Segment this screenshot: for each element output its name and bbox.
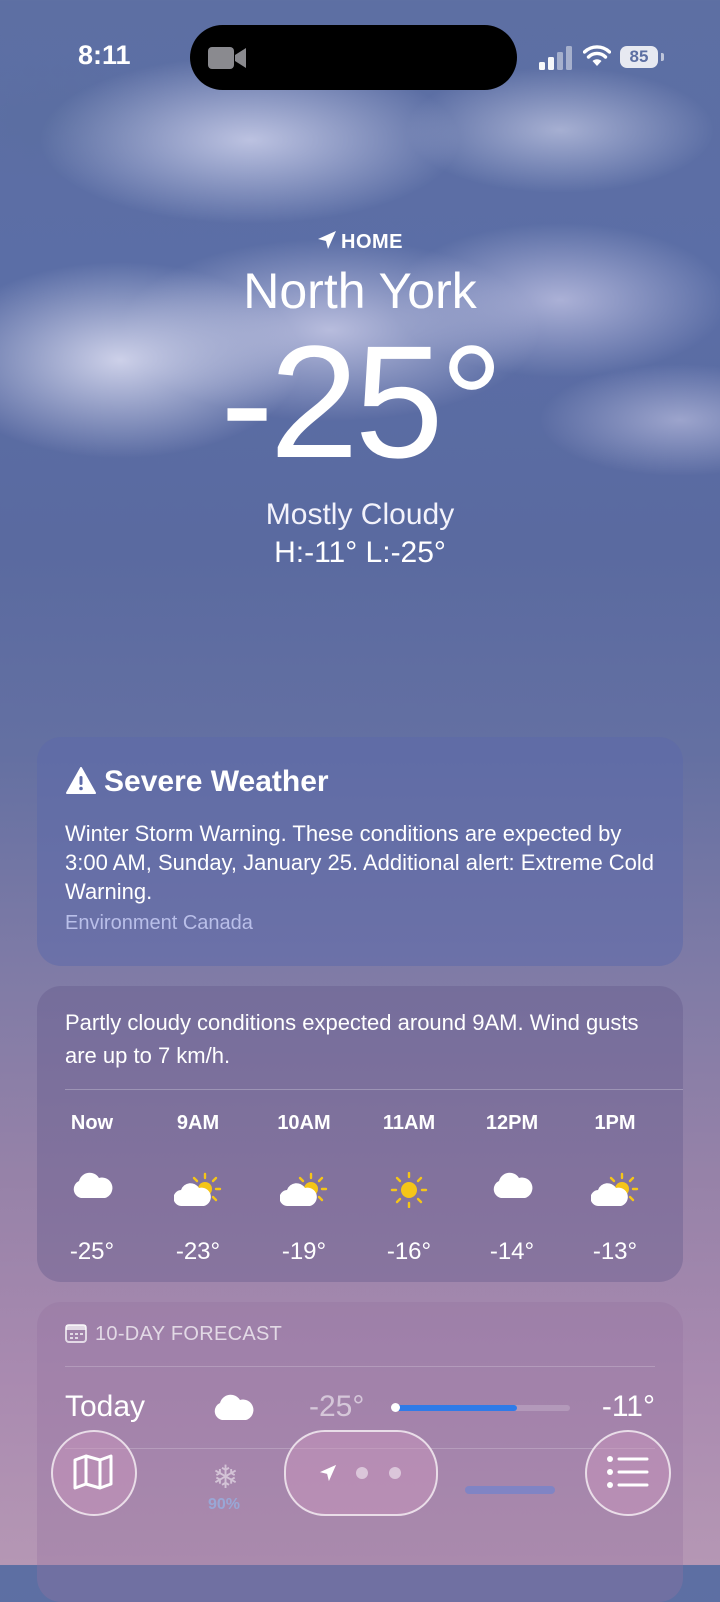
hour-temperature: -19° bbox=[281, 1238, 327, 1265]
warning-icon bbox=[66, 767, 96, 794]
alert-text: Winter Storm Warning. These conditions a… bbox=[65, 821, 655, 904]
map-button[interactable] bbox=[51, 1430, 137, 1516]
current-temperature: -25° bbox=[220, 312, 503, 491]
temperature-range-bar bbox=[391, 1403, 570, 1412]
wifi-icon bbox=[583, 45, 611, 66]
calendar-icon bbox=[65, 1324, 87, 1343]
map-icon bbox=[73, 1454, 113, 1490]
hour-label: 10AM bbox=[277, 1112, 331, 1134]
location-list-button[interactable] bbox=[585, 1430, 671, 1516]
location-label: HOME bbox=[0, 230, 720, 254]
sun-icon bbox=[390, 1171, 428, 1209]
hourly-forecast-card[interactable]: Partly cloudy conditions expected around… bbox=[37, 986, 683, 1282]
hourly-summary: Partly cloudy conditions expected around… bbox=[65, 1010, 639, 1068]
hour-temperature: -16° bbox=[386, 1238, 432, 1265]
partly-sunny-icon bbox=[590, 1172, 639, 1207]
hour-temperature: -14° bbox=[489, 1238, 535, 1265]
hour-label: 11AM bbox=[382, 1112, 436, 1134]
hour-temperature: -13° bbox=[592, 1238, 638, 1265]
forecast-high: -11° bbox=[601, 1390, 655, 1423]
forecast-day: Today bbox=[65, 1390, 146, 1423]
hour-label: Now bbox=[70, 1112, 114, 1134]
status-time: 8:11 bbox=[78, 40, 131, 70]
location-arrow-icon bbox=[318, 231, 336, 249]
temperature-range-fill bbox=[394, 1405, 518, 1411]
forecast-header-text: 10-DAY FORECAST bbox=[95, 1323, 283, 1345]
location-arrow-icon bbox=[319, 1464, 337, 1482]
temperature-range-bar bbox=[465, 1486, 555, 1494]
hour-label: 12PM bbox=[485, 1112, 539, 1134]
cloud-icon bbox=[214, 1394, 254, 1420]
list-icon bbox=[607, 1456, 649, 1488]
partly-sunny-icon bbox=[279, 1172, 328, 1207]
forecast-low: -25° bbox=[309, 1390, 365, 1423]
cloud-icon bbox=[73, 1172, 113, 1198]
forecast-header: 10-DAY FORECAST bbox=[65, 1323, 282, 1346]
divider bbox=[65, 1366, 655, 1367]
snow-icon: ❄ bbox=[212, 1459, 239, 1495]
hour-temperature: -23° bbox=[175, 1238, 221, 1265]
alert-source[interactable]: Environment Canada bbox=[65, 912, 253, 935]
page-indicator[interactable] bbox=[284, 1430, 438, 1516]
current-condition: Mostly Cloudy bbox=[265, 498, 455, 531]
page-dot[interactable] bbox=[389, 1467, 401, 1479]
divider bbox=[65, 1089, 683, 1090]
page-dot[interactable] bbox=[356, 1467, 368, 1479]
partly-sunny-icon bbox=[173, 1172, 222, 1207]
alert-title: Severe Weather bbox=[66, 765, 329, 799]
cellular-signal-icon bbox=[539, 46, 572, 70]
battery-indicator: 85 bbox=[620, 46, 658, 68]
precipitation-chance: 90% bbox=[208, 1496, 241, 1513]
alert-title-text: Severe Weather bbox=[104, 765, 329, 798]
dynamic-island bbox=[190, 25, 517, 90]
cloud-icon bbox=[493, 1172, 533, 1198]
severe-weather-card[interactable]: Severe Weather Winter Storm Warning. The… bbox=[37, 737, 683, 966]
location-label-text: HOME bbox=[341, 231, 403, 253]
hour-temperature: -25° bbox=[69, 1238, 115, 1265]
video-camera-icon bbox=[208, 47, 246, 69]
battery-tip bbox=[661, 53, 664, 61]
current-temp-dot bbox=[391, 1403, 400, 1412]
hour-label: 9AM bbox=[176, 1112, 220, 1134]
high-low-temperature: H:-11° L:-25° bbox=[274, 536, 446, 569]
hour-label: 1PM bbox=[594, 1112, 636, 1134]
